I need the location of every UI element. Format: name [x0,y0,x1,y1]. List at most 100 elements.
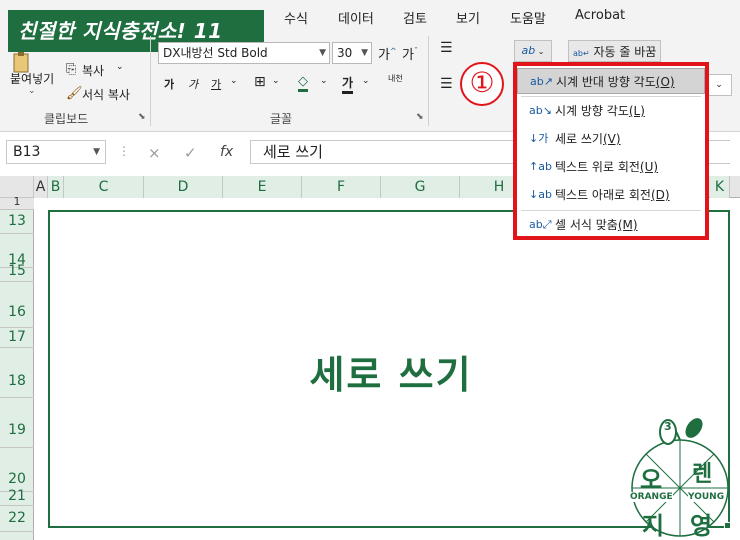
menu-divider [521,210,701,211]
paste-dropdown-icon[interactable]: ⌄ [28,86,36,96]
fill-dropdown-icon[interactable]: ⌄ [320,76,328,86]
rotate-up-icon: ↑ab [529,160,552,173]
cell-text: 세로 쓰기 [309,353,473,397]
chevron-down-icon: ▼ [361,48,368,58]
column-header[interactable]: K [710,176,730,198]
row-header[interactable]: 19 [0,398,34,448]
grow-font-button[interactable]: 가^ [378,44,397,63]
name-box-value: B13 [13,144,41,160]
row-header[interactable]: 1 [0,196,34,210]
row-header[interactable]: 21 [0,489,34,506]
format-painter-icon: 🖌 [66,86,83,101]
font-color-button[interactable]: 가 [342,74,354,94]
menu-item-counterclockwise-angle[interactable]: ab↗ 시계 반대 방향 각도(O) [517,68,705,94]
column-header[interactable]: F [302,176,381,198]
sheet-area[interactable]: 세로 쓰기 3 오 렌 ORANGE YOUNG 지 영 [34,198,740,540]
row-header[interactable]: 16 [0,282,34,328]
menu-item-label: 시계 반대 방향 각도 [556,75,656,89]
column-header[interactable]: A [34,176,48,198]
font-launcher-icon[interactable]: ⬊ [416,112,424,122]
row-header[interactable]: 22 [0,506,34,532]
menu-item-rotate-up[interactable]: ↑ab 텍스트 위로 회전(U) [517,154,705,180]
align-left-icon[interactable]: ☰ [440,76,453,92]
row-header[interactable]: 17 [0,328,34,348]
column-header[interactable]: E [223,176,302,198]
menu-item-clockwise-angle[interactable]: ab↘ 시계 방향 각도(L) [517,98,705,124]
copy-icon: ⎘ [66,62,77,77]
fill-color-icon[interactable]: ◇ [298,74,308,92]
tab-acrobat[interactable]: Acrobat [575,8,625,23]
font-group-label: 글꼴 [270,112,293,126]
orange-young-logo: 3 오 렌 ORANGE YOUNG 지 영 [628,412,732,540]
column-header[interactable]: D [144,176,223,198]
font-color-dropdown-icon[interactable]: ⌄ [362,76,370,86]
format-painter-button[interactable]: 서식 복사 [82,86,130,103]
border-icon[interactable]: ⊞ [254,74,266,90]
shrink-font-button[interactable]: 가ˇ [402,44,418,63]
tab-data[interactable]: 데이터 [338,8,374,27]
more-options-icon: ⋮ [118,144,130,158]
border-dropdown-icon[interactable]: ⌄ [272,76,280,86]
orientation-icon: ab [521,44,536,57]
vertical-text-icon: ↓가 [529,132,549,145]
logo-young: YOUNG [688,492,725,502]
paste-button[interactable]: 붙여넣기 [10,70,54,87]
column-header[interactable]: B [48,176,64,198]
tab-view[interactable]: 보기 [456,8,480,27]
row-header[interactable]: 20 [0,448,34,492]
orientation-button[interactable]: ab ⌄ [514,40,552,62]
menu-item-key: (V) [602,132,621,146]
insert-function-button[interactable]: fx [220,144,233,160]
menu-item-vertical-text[interactable]: ↓가 세로 쓰기(V) [517,126,705,152]
paste-icon[interactable] [10,52,46,73]
group-divider [428,36,429,126]
font-size-combo[interactable]: 30 ▼ [332,42,372,64]
row-headers: 1 13 14 15 16 17 18 19 20 21 22 [0,196,34,540]
chevron-down-icon: ⌄ [535,47,545,56]
underline-dropdown-icon[interactable]: ⌄ [230,76,238,86]
clipboard-group-label: 클립보드 [44,112,89,126]
row-header[interactable]: 15 [0,264,34,282]
enter-icon[interactable]: ✓ [184,144,197,162]
step-badge: ① [460,62,504,106]
font-name-combo[interactable]: DX내방선 Std Bold ▼ [158,42,330,64]
logo-orange: ORANGE [630,492,673,502]
merge-dropdown-icon[interactable]: ⌄ [706,74,732,96]
menu-item-label: 세로 쓰기 [555,132,603,146]
logo-ren: 렌 [692,462,713,487]
format-alignment-icon: ab⤢ [529,218,552,231]
chevron-down-icon: ▼ [93,147,100,157]
copy-button[interactable]: 복사 [82,62,104,79]
wrap-text-label: 자동 줄 바꿈 [593,45,657,59]
bold-button[interactable]: 가 [164,76,174,92]
column-header[interactable]: C [64,176,144,198]
copy-dropdown-icon[interactable]: ⌄ [116,62,124,72]
menu-item-label: 텍스트 아래로 회전 [555,188,651,202]
orientation-menu: ab↗ 시계 반대 방향 각도(O) ab↘ 시계 방향 각도(L) ↓가 세로… [513,62,709,240]
tab-review[interactable]: 검토 [403,8,427,27]
align-top-icon[interactable]: ☰ [440,40,453,56]
logo-young-kr: 영 [690,512,713,540]
cancel-icon[interactable]: × [148,144,161,162]
clipboard-launcher-icon[interactable]: ⬊ [138,112,146,122]
clockwise-angle-icon: ab↘ [529,104,552,117]
underline-button[interactable]: 가 [211,76,221,92]
menu-item-key: (L) [628,104,645,118]
menu-divider [521,96,701,97]
phonetic-button[interactable]: 내천 [388,74,403,83]
tab-formulas[interactable]: 수식 [284,8,308,27]
menu-item-label: 셀 서식 맞춤 [555,218,618,232]
row-header[interactable]: 18 [0,348,34,398]
column-header[interactable]: G [381,176,460,198]
italic-button[interactable]: 가 [188,76,198,92]
rotate-down-icon: ↓ab [529,188,552,201]
tab-help[interactable]: 도움말 [510,8,546,27]
name-box[interactable]: B13 ▼ [6,140,106,164]
menu-item-label: 시계 방향 각도 [555,104,629,118]
menu-item-format-alignment[interactable]: ab⤢ 셀 서식 맞춤(M) [517,212,705,238]
wrap-text-button[interactable]: ab↵ 자동 줄 바꿈 [568,40,662,62]
row-header[interactable]: 13 [0,210,34,234]
logo-top-char: 3 [664,420,672,433]
chevron-down-icon: ▼ [319,48,326,58]
menu-item-rotate-down[interactable]: ↓ab 텍스트 아래로 회전(D) [517,182,705,208]
